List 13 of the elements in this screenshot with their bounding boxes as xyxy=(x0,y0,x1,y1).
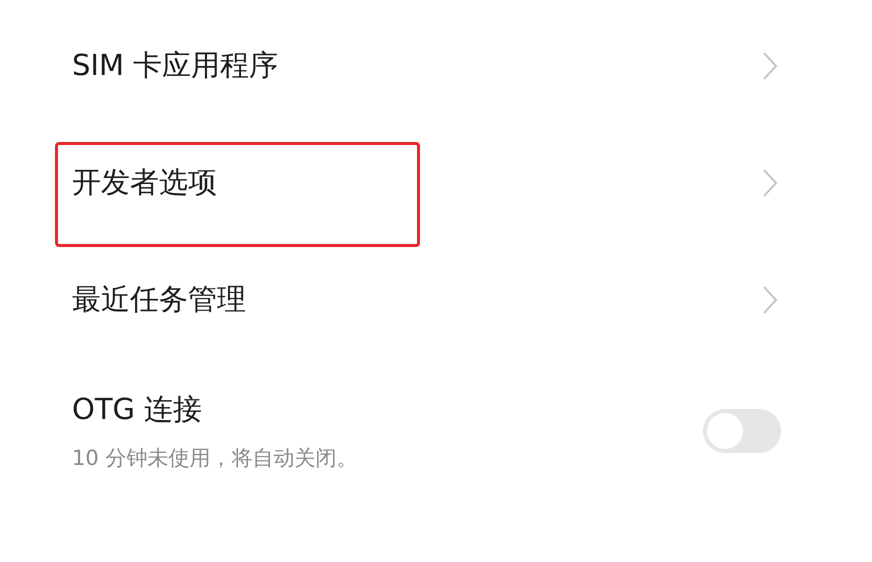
chevron-right-icon xyxy=(762,50,778,80)
item-label: SIM 卡应用程序 xyxy=(72,46,278,84)
settings-item[interactable]: SIM 卡应用程序 xyxy=(0,7,872,124)
chevron-right-icon xyxy=(762,284,778,314)
settings-item[interactable]: 开发者选项 xyxy=(0,124,872,241)
toggle-switch[interactable] xyxy=(703,409,781,453)
chevron-right-icon xyxy=(762,168,778,198)
settings-item[interactable]: OTG 连接 10 分钟未使用，将自动关闭。 xyxy=(0,358,872,504)
item-label: 最近任务管理 xyxy=(72,280,246,318)
item-label: OTG 连接 xyxy=(72,391,204,428)
item-label: 开发者选项 xyxy=(72,164,217,200)
settings-item[interactable]: 最近任务管理 xyxy=(0,241,872,358)
item-description: 10 分钟未使用，将自动关闭。 xyxy=(72,445,358,472)
